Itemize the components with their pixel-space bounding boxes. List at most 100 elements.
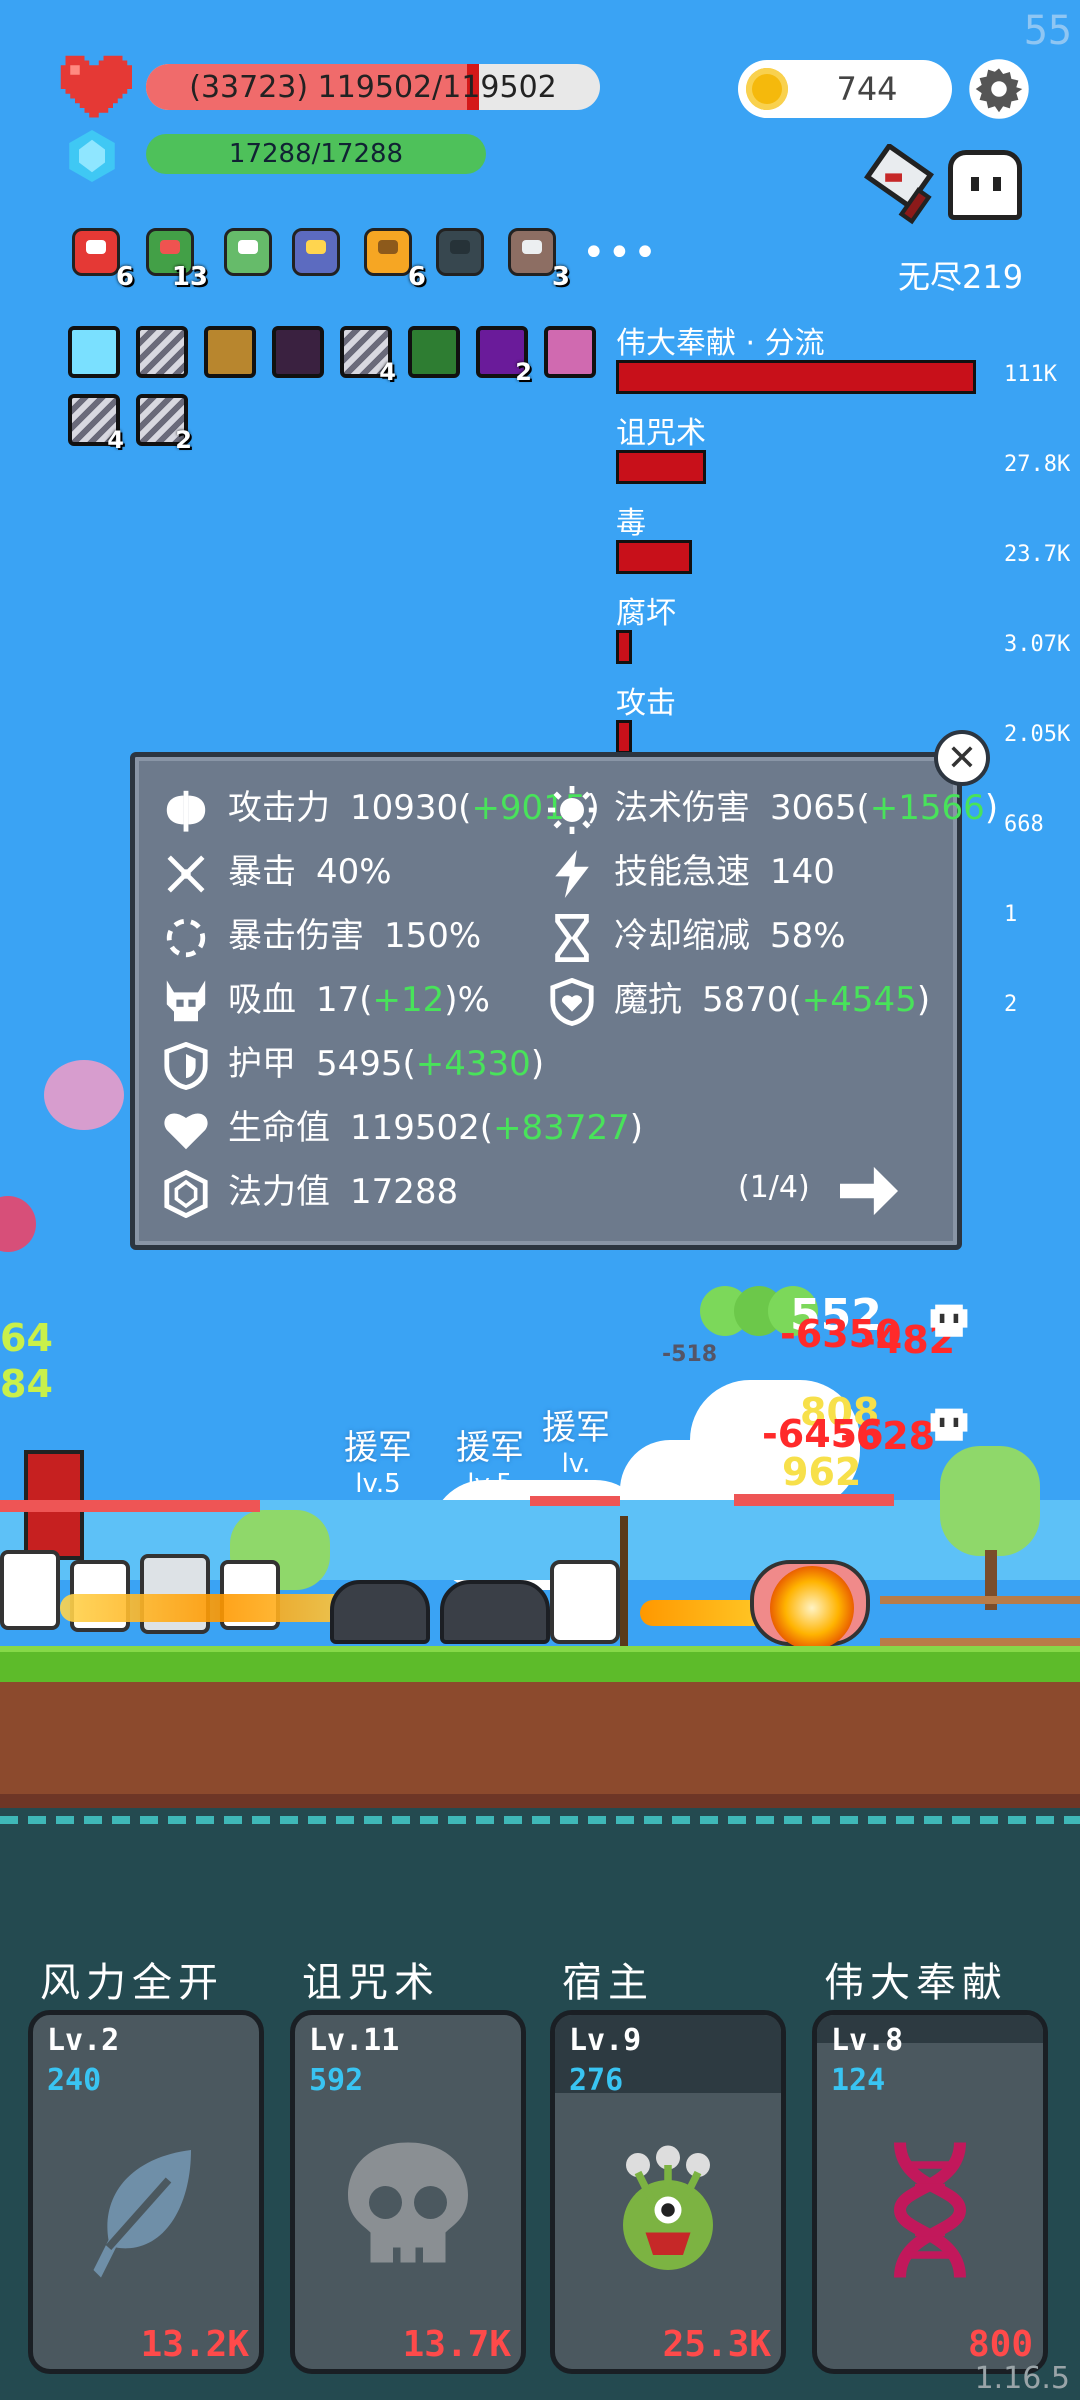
stat-life: 生命值 119502(+83727): [162, 1100, 643, 1154]
skill-mana-cost: 276: [569, 2063, 624, 2098]
skill-mana-cost: 240: [47, 2063, 102, 2098]
skill-level: Lv.2: [47, 2023, 120, 2058]
fence: [880, 1596, 1080, 1646]
close-button[interactable]: ✕: [934, 730, 990, 786]
slash-buff-icon[interactable]: 4: [340, 326, 396, 386]
damage-source-label: 诅咒术: [616, 416, 706, 451]
damage-value: 668: [1004, 812, 1044, 837]
enemy-hp-bar: [734, 1494, 894, 1506]
matrix-buff-icon[interactable]: [408, 326, 460, 378]
hourglass-icon: [555, 913, 589, 962]
skill-level: Lv.11: [309, 2023, 400, 2058]
skill-title: 风力全开: [40, 1960, 224, 2006]
damage-value: 23.7K: [1004, 542, 1071, 567]
coin-counter: 744: [738, 60, 952, 118]
more-items-button[interactable]: •••: [582, 230, 659, 276]
shield-icon: [164, 1041, 208, 1090]
explosion-effect: [770, 1566, 854, 1650]
sun-icon: [548, 785, 596, 834]
wizard-hat-icon[interactable]: [286, 222, 346, 282]
monster-buff-icon[interactable]: [544, 326, 596, 378]
slash-buff-icon[interactable]: 2: [136, 394, 192, 454]
ground-grass: [0, 1646, 1080, 1682]
skill-mana-cost: 592: [309, 2063, 364, 2098]
mushroom-icon[interactable]: 6: [66, 222, 134, 292]
damage-bar: [616, 360, 976, 394]
heart-icon: [60, 55, 132, 118]
skill-card[interactable]: Lv.9 276 25.3K: [550, 2010, 786, 2374]
skill-level: Lv.9: [569, 2023, 642, 2058]
buff-count: 2: [515, 358, 532, 386]
demon-buff-icon[interactable]: 2: [476, 326, 532, 386]
damage-source-label: 伟大奉献 · 分流: [616, 326, 825, 361]
damage-value: 2.05K: [1004, 722, 1071, 747]
item-count: 6: [115, 262, 134, 292]
slash-buff-icon[interactable]: 4: [68, 394, 124, 454]
hp-bar: (33723) 119502/119502: [146, 64, 600, 110]
dark-slime: [440, 1580, 550, 1644]
mana-text: 17288/17288: [228, 139, 404, 169]
damage-source-label: 攻击: [616, 686, 676, 721]
dark-slime: [330, 1580, 430, 1644]
stat-crit: 暴击 40%: [162, 844, 392, 898]
skill-card[interactable]: Lv.2 240 13.2K: [28, 2010, 264, 2374]
spellbook-icon[interactable]: 6: [358, 222, 426, 292]
stat-attack: 攻击力10930(+9015): [162, 780, 600, 834]
item-count: 6: [407, 262, 426, 292]
panel-divider: [0, 1816, 1080, 1824]
skill-card[interactable]: Lv.8 124 800: [812, 2010, 1048, 2374]
mana-bar: 17288/17288: [146, 134, 486, 174]
crosshair-x-icon: [167, 855, 205, 892]
cash-heart-icon[interactable]: 13: [140, 222, 208, 292]
green-card-icon[interactable]: [218, 222, 278, 282]
damage-bar: [616, 540, 692, 574]
stat-lifesteal: 吸血 17(+12)%: [162, 972, 490, 1026]
red-particle: [0, 1196, 36, 1252]
slash-buff-icon[interactable]: [136, 326, 188, 378]
heart-icon: [164, 1112, 208, 1149]
lightning-icon: [555, 849, 589, 898]
mana-crystal-icon: [69, 130, 115, 182]
skull-icon: [348, 2142, 468, 2263]
damage-bar: [616, 630, 632, 664]
shadow-buff-icon[interactable]: [272, 326, 324, 378]
skill-title: 诅咒术: [302, 1960, 440, 2006]
skull-icon: [930, 1408, 968, 1441]
coin-icon: [746, 68, 788, 110]
pitchfork: [620, 1516, 628, 1646]
dna-icon: [893, 2141, 967, 2278]
ground-dirt: [0, 1682, 1080, 1808]
stats-page-indicator: (1/4): [738, 1170, 810, 1205]
bat-icon[interactable]: [430, 222, 490, 282]
buff-count: 4: [379, 358, 396, 386]
damage-popup: 64: [0, 1316, 53, 1360]
armor-buff-icon[interactable]: [204, 326, 256, 378]
cleaver-icon[interactable]: [860, 144, 944, 228]
vampire-skull-icon: [166, 979, 206, 1021]
stat-armor: 护甲 5495(+4330): [162, 1036, 544, 1090]
coconut-icon[interactable]: 3: [502, 222, 570, 292]
close-icon: ✕: [946, 737, 978, 779]
coin-value: 744: [836, 70, 898, 108]
skill-card[interactable]: Lv.11 592 13.7K: [290, 2010, 526, 2374]
pink-particle: [44, 1060, 124, 1130]
ally-tag: 援军 lv.: [542, 1408, 610, 1479]
damage-value: 1: [1004, 902, 1018, 927]
crystal-icon: [164, 1169, 208, 1218]
buff-count: 2: [175, 426, 192, 454]
skill-mana-cost: 124: [831, 2063, 886, 2098]
parasite-icon: [623, 2145, 713, 2270]
settings-gear-icon[interactable]: [968, 58, 1030, 120]
skill-damage-total: 13.7K: [402, 2324, 511, 2365]
skill-damage-total: 13.2K: [140, 2324, 249, 2365]
ally-tag: 援军 lv.5: [456, 1428, 524, 1499]
stat-mana: 法力值 17288: [162, 1164, 458, 1218]
damage-popup: 84: [0, 1362, 53, 1406]
light-buff-icon[interactable]: [68, 326, 120, 378]
ghost-icon[interactable]: [948, 150, 1022, 220]
player-army: [0, 1550, 380, 1650]
next-page-arrow-icon[interactable]: [840, 1166, 898, 1216]
version-label: 1.16.5: [974, 2361, 1070, 2396]
ally-unit: [550, 1560, 620, 1644]
skill-title: 宿主: [562, 1960, 654, 2006]
